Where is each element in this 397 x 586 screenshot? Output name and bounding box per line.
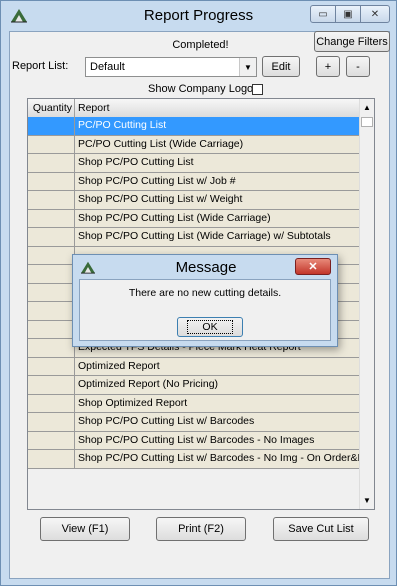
table-row[interactable]: Shop PC/PO Cutting List (Wide Carriage) … [28,228,360,247]
quantity-cell[interactable] [28,209,75,227]
print-button[interactable]: Print (F2) [156,517,246,541]
dialog-close-button[interactable]: ✕ [295,258,331,275]
window-controls: ▭ ▣ ✕ [310,5,390,23]
quantity-cell[interactable] [28,357,75,375]
quantity-cell[interactable] [28,450,75,468]
table-row[interactable]: Optimized Report (No Pricing) [28,376,360,395]
column-header-quantity[interactable]: Quantity [28,99,75,117]
table-row[interactable]: Shop Optimized Report [28,394,360,413]
table-row[interactable]: Optimized Report [28,357,360,376]
report-cell[interactable]: Shop PC/PO Cutting List w/ Barcodes [75,413,360,431]
table-row[interactable]: Shop PC/PO Cutting List w/ Job # [28,172,360,191]
scroll-thumb[interactable] [361,117,373,127]
quantity-cell[interactable] [28,154,75,172]
table-row[interactable]: Shop PC/PO Cutting List w/ Barcodes - No… [28,431,360,450]
show-company-logo-label: Show Company Logo: [148,83,257,95]
column-header-report[interactable]: Report [75,99,360,117]
quantity-cell[interactable] [28,172,75,190]
quantity-cell[interactable] [28,246,75,264]
maximize-button[interactable]: ▣ [335,5,361,23]
dialog-body: There are no new cutting details. OK [79,279,331,341]
edit-button[interactable]: Edit [262,56,300,77]
add-report-button[interactable]: + [316,56,340,77]
view-button[interactable]: View (F1) [40,517,130,541]
quantity-cell[interactable] [28,283,75,301]
table-row[interactable]: Shop PC/PO Cutting List w/ Weight [28,191,360,210]
save-cut-list-button[interactable]: Save Cut List [273,517,369,541]
report-cell[interactable]: Shop PC/PO Cutting List (Wide Carriage) … [75,228,360,246]
quantity-cell[interactable] [28,191,75,209]
report-list-select[interactable]: Default ▼ [85,57,257,77]
report-cell[interactable]: PC/PO Cutting List [75,117,360,135]
quantity-cell[interactable] [28,339,75,357]
ok-button-label: OK [187,320,233,334]
change-filters-button[interactable]: Change Filters [314,31,390,52]
remove-report-button[interactable]: - [346,56,370,77]
quantity-cell[interactable] [28,413,75,431]
quantity-cell[interactable] [28,228,75,246]
close-button[interactable]: ✕ [360,5,390,23]
report-cell[interactable]: Shop PC/PO Cutting List w/ Barcodes - No… [75,450,360,468]
quantity-cell[interactable] [28,302,75,320]
show-company-logo-checkbox[interactable] [252,84,263,95]
report-cell[interactable]: PC/PO Cutting List (Wide Carriage) [75,135,360,153]
quantity-cell[interactable] [28,376,75,394]
quantity-cell[interactable] [28,117,75,135]
chevron-down-icon[interactable]: ▼ [239,58,256,76]
minimize-button[interactable]: ▭ [310,5,336,23]
dialog-message: There are no new cutting details. [128,287,282,299]
report-cell[interactable]: Shop Optimized Report [75,394,360,412]
table-row[interactable]: Shop PC/PO Cutting List w/ Barcodes [28,413,360,432]
quantity-cell[interactable] [28,265,75,283]
report-cell[interactable]: Optimized Report [75,357,360,375]
report-cell[interactable]: Shop PC/PO Cutting List w/ Weight [75,191,360,209]
table-row[interactable]: Shop PC/PO Cutting List (Wide Carriage) [28,209,360,228]
report-list-value: Default [90,61,125,73]
table-row[interactable]: PC/PO Cutting List (Wide Carriage) [28,135,360,154]
ok-button[interactable]: OK [177,317,243,337]
table-row[interactable]: Shop PC/PO Cutting List w/ Barcodes - No… [28,450,360,469]
grid-scrollbar[interactable]: ▲ ▼ [359,99,374,509]
table-row[interactable]: Shop PC/PO Cutting List [28,154,360,173]
quantity-cell[interactable] [28,320,75,338]
report-cell[interactable]: Optimized Report (No Pricing) [75,376,360,394]
quantity-cell[interactable] [28,431,75,449]
quantity-cell[interactable] [28,394,75,412]
report-cell[interactable]: Shop PC/PO Cutting List (Wide Carriage) [75,209,360,227]
report-list-label: Report List: [12,60,69,72]
title-bar[interactable]: Report Progress ▭ ▣ ✕ [1,1,396,31]
quantity-cell[interactable] [28,135,75,153]
table-row[interactable]: PC/PO Cutting List [28,117,360,136]
scroll-down-icon[interactable]: ▼ [360,492,374,509]
report-cell[interactable]: Shop PC/PO Cutting List w/ Job # [75,172,360,190]
message-dialog: Message ✕ There are no new cutting detai… [72,254,338,347]
report-cell[interactable]: Shop PC/PO Cutting List w/ Barcodes - No… [75,431,360,449]
report-cell[interactable]: Shop PC/PO Cutting List [75,154,360,172]
grid-header: Quantity Report [28,99,360,118]
scroll-up-icon[interactable]: ▲ [360,99,374,116]
